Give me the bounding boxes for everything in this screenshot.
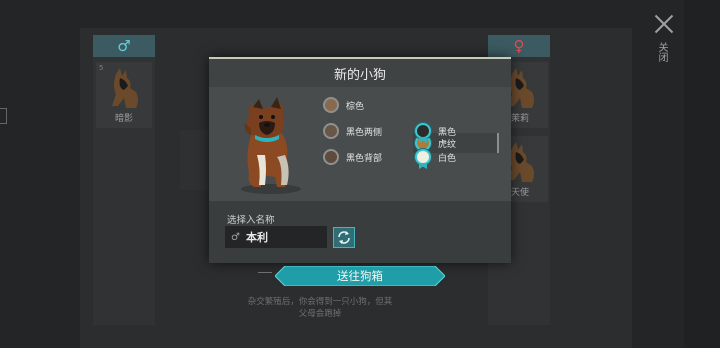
color-option-black-sides[interactable]: 黑色两侧 [323,121,382,141]
black-swatch-icon [415,123,431,139]
color-option-black-back[interactable]: 黑色背部 [323,147,382,167]
white-swatch-icon [415,149,431,165]
color-label: 黑色 [438,127,457,138]
male-icon: ♂ [231,231,240,243]
color-label: 棕色 [346,101,365,112]
dialog-title: 新的小狗 [209,59,511,87]
selected-ribbon-icon [419,163,427,169]
female-tab[interactable]: ♀ [488,35,550,57]
color-option-brown[interactable]: 棕色 [323,95,364,115]
shepherd-dog-icon [112,68,138,108]
breeding-note: 杂交繁殖后，你会得到一只小狗，但其父母会跑掉 [247,297,393,319]
color-label: 黑色两侧 [346,127,383,138]
dog-name: 暗影 [114,114,133,124]
male-tab[interactable]: ♂ [93,35,155,57]
right-side-bar [684,0,720,348]
dog-card-shadow[interactable]: 5 暗影 [96,62,152,128]
divider [258,272,272,273]
left-edge-tab[interactable] [0,108,7,124]
puppy-icon [241,97,301,194]
puppy-name-input[interactable]: ♂ 本利 [225,226,327,248]
refresh-icon [338,231,350,244]
color-label: 白色 [438,153,457,164]
color-label: 黑色背部 [346,153,383,164]
puppy-name-value: 本利 [245,231,268,244]
send-to-kennel-button[interactable]: 送往狗箱 [275,266,445,286]
send-to-kennel-label: 送往狗箱 [337,269,383,283]
name-label: 选择入名称 [227,215,275,226]
close-icon[interactable] [654,14,674,34]
dialog-body: 棕色 虎纹 黑色两侧 黑色 黑色背部 白色 [209,87,511,201]
new-puppy-dialog: 新的小狗 棕色 虎纹 黑色两侧 黑色 黑色背部 白色 选择入名称 ♂ 本利 [209,57,511,263]
close-label[interactable]: 关闭 [655,42,669,62]
black-sides-swatch-icon [323,123,339,139]
randomize-name-button[interactable] [333,227,355,248]
black-back-swatch-icon [323,149,339,165]
brown-swatch-icon [323,97,339,113]
